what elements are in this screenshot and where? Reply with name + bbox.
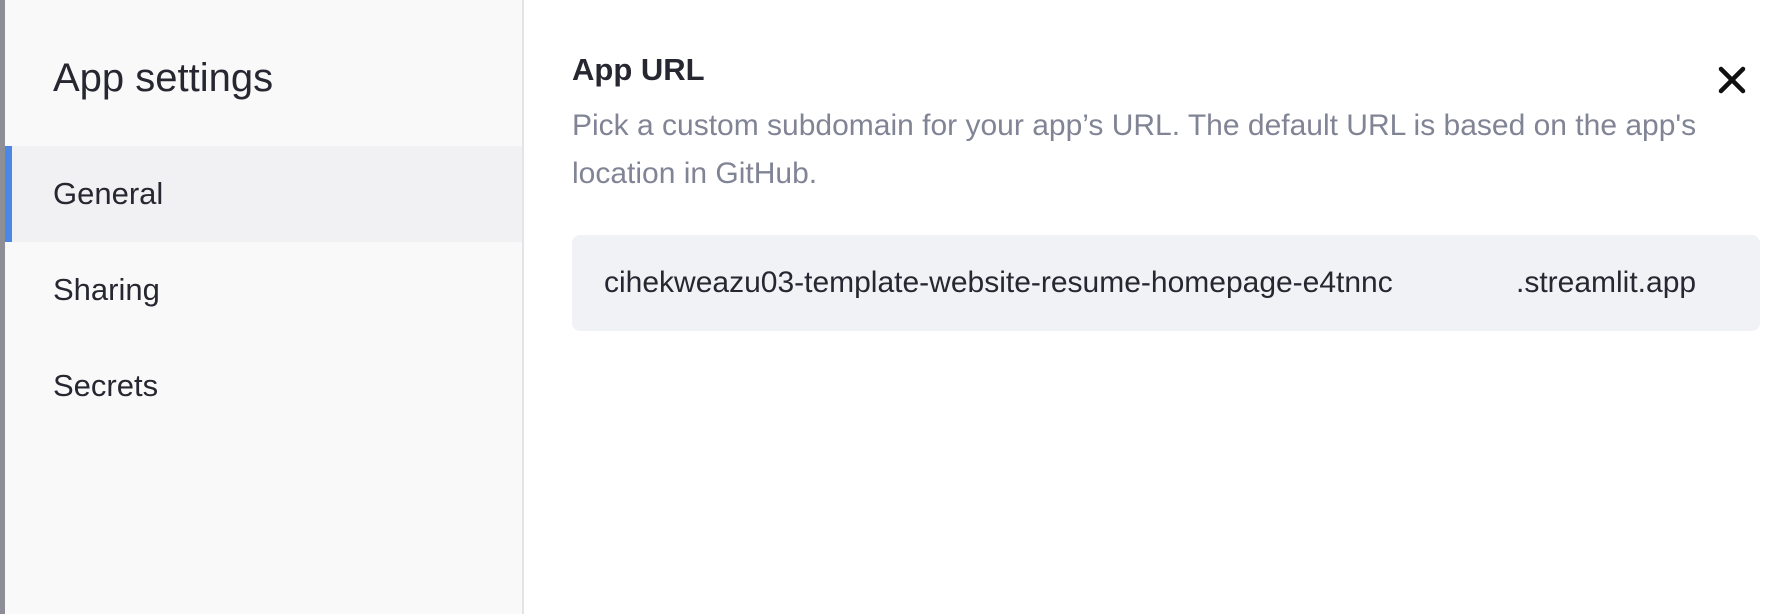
url-suffix: .streamlit.app [1516,266,1697,299]
sidebar-item-label: Secrets [53,368,159,403]
close-icon [1718,66,1746,94]
settings-content: App URL Pick a custom subdomain for your… [524,0,1776,614]
section-description: Pick a custom subdomain for your app’s U… [572,109,1697,190]
section-title: App URL [572,52,705,87]
sidebar-item-label: General [53,176,164,211]
app-url-field: .streamlit.app [572,235,1760,331]
subdomain-input[interactable] [604,253,1470,313]
sidebar-item-sharing[interactable]: Sharing [5,242,522,338]
sidebar-item-label: Sharing [53,272,160,307]
settings-sidebar: App settings General Sharing Secrets [5,0,524,614]
dialog-title: App settings [53,56,274,100]
app-settings-dialog: App settings General Sharing Secrets App… [5,0,1776,614]
sidebar-item-secrets[interactable]: Secrets [5,338,522,434]
sidebar-item-general[interactable]: General [5,146,522,242]
close-button[interactable] [1712,60,1752,100]
